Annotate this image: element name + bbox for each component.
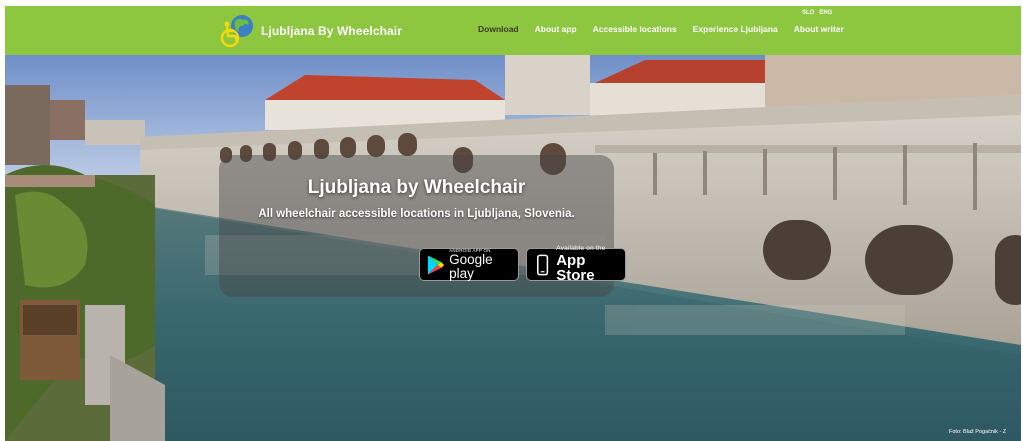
logo-icon [218, 11, 258, 51]
nav-about-app[interactable]: About app [535, 24, 577, 34]
hero-title: Ljubljana by Wheelchair [307, 177, 526, 198]
nav-download[interactable]: Download [478, 24, 519, 34]
apple-phone-icon [537, 254, 549, 275]
language-switcher: SLO ENG [802, 10, 832, 16]
hero-section: Ljubljana by Wheelchair All wheelchair a… [5, 55, 1021, 441]
top-navigation-bar: Ljubljana By Wheelchair SLO ENG Download… [5, 6, 1021, 55]
nav-experience-ljubljana[interactable]: Experience Ljubljana [693, 24, 778, 34]
language-eng[interactable]: ENG [819, 10, 832, 16]
brand-link[interactable]: Ljubljana By Wheelchair [218, 8, 402, 53]
nav-about-writer[interactable]: About writer [794, 24, 844, 34]
nav-accessible-locations[interactable]: Accessible locations [593, 24, 677, 34]
main-nav: Download About app Accessible locations … [478, 24, 860, 34]
language-slo[interactable]: SLO [802, 10, 814, 16]
app-store-button[interactable]: Available on the App Store [526, 246, 626, 284]
google-play-button[interactable]: ANDROID APP ON Google play [419, 248, 519, 281]
hero-subtitle: All wheelchair accessible locations in L… [258, 208, 575, 220]
app-store-label: App Store [556, 251, 595, 284]
google-play-icon [427, 254, 445, 275]
google-play-label: Google play [449, 252, 493, 281]
brand-name: Ljubljana By Wheelchair [261, 23, 402, 38]
photo-credit: Foto: Blaž Pogačnik - Z [949, 429, 1007, 435]
